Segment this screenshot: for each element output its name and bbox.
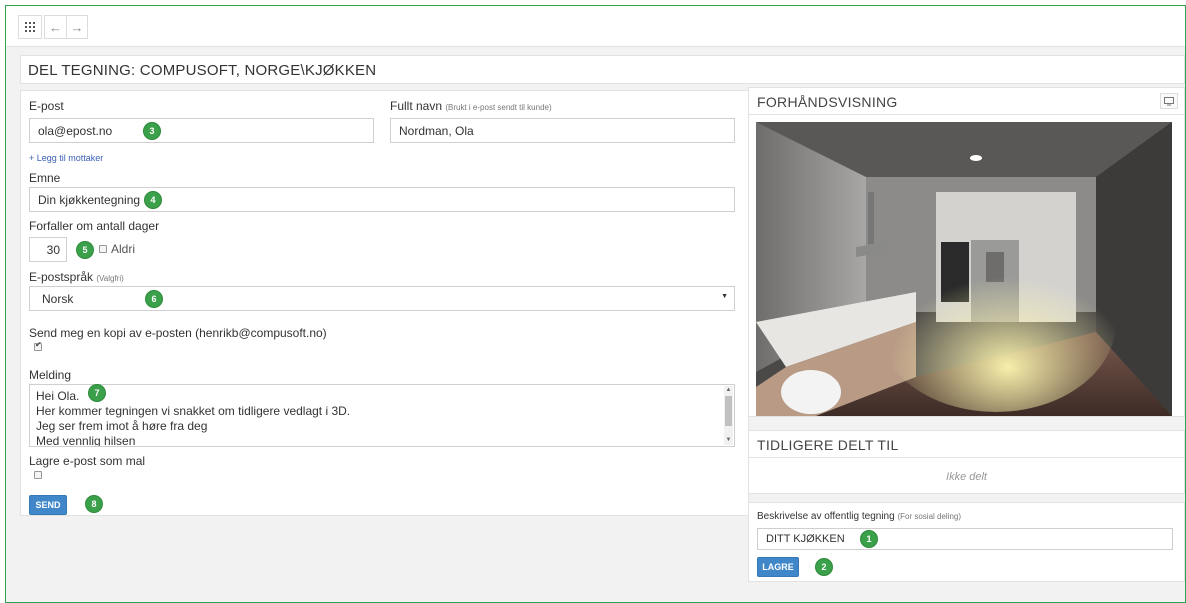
apps-grid-button[interactable]: [18, 15, 42, 39]
subject-value: Din kjøkkentegning: [38, 193, 141, 207]
message-line-3: Jeg ser frem imot å høre fra deg: [36, 419, 208, 433]
step-badge-3: 3: [143, 122, 161, 140]
fullname-label-text: Fullt navn: [390, 99, 443, 113]
step-badge-6: 6: [145, 290, 163, 308]
fullname-field[interactable]: Nordman, Ola: [390, 118, 735, 143]
step-badge-1: 1: [860, 530, 878, 548]
subject-label: Emne: [29, 171, 61, 185]
step-badge-2: 2: [815, 558, 833, 576]
copy-label: Send meg en kopi av e-posten (henrikb@co…: [29, 326, 327, 340]
preview-panel: FORHÅNDSVISNING: [748, 87, 1185, 417]
share-form-panel: E-post ola@epost.no 3 Fullt navn (Brukt …: [20, 90, 749, 516]
monitor-icon: [1164, 96, 1174, 105]
public-description-field[interactable]: DITT KJØKKEN: [757, 528, 1173, 550]
expires-days-value: 30: [46, 243, 60, 257]
email-label: E-post: [29, 99, 64, 113]
step-badge-4: 4: [144, 191, 162, 209]
copy-checkbox[interactable]: [34, 340, 42, 351]
public-description-value: DITT KJØKKEN: [766, 533, 845, 545]
save-template-checkbox[interactable]: [34, 471, 42, 479]
kitchen-preview-image: [756, 122, 1172, 416]
expires-label: Forfaller om antall dager: [29, 219, 160, 233]
shared-header: TIDLIGERE DELT TIL: [749, 431, 1184, 458]
email-field[interactable]: ola@epost.no: [29, 118, 374, 143]
fullscreen-button[interactable]: [1160, 93, 1178, 109]
message-textarea[interactable]: Hei Ola. Her kommer tegningen vi snakket…: [29, 384, 735, 447]
message-line-1: Hei Ola.: [36, 389, 80, 403]
select-caret-icon: ▼: [721, 293, 728, 300]
add-recipient-link[interactable]: + Legg til mottaker: [29, 153, 103, 163]
public-hint: (For sosial deling): [897, 512, 962, 521]
page-title: DEL TEGNING: COMPUSOFT, NORGE\KJØKKEN: [28, 62, 377, 79]
shared-panel: TIDLIGERE DELT TIL Ikke delt: [748, 430, 1185, 494]
save-template-label: Lagre e-post som mal: [29, 454, 146, 468]
scroll-down-icon[interactable]: ▼: [724, 436, 733, 445]
scroll-thumb[interactable]: [725, 396, 732, 426]
fullname-label: Fullt navn (Brukt i e-post sendt til kun…: [390, 99, 552, 113]
message-scrollbar[interactable]: ▲ ▼: [724, 386, 733, 445]
title-panel: DEL TEGNING: COMPUSOFT, NORGE\KJØKKEN: [20, 55, 1185, 84]
never-label: Aldri: [111, 242, 136, 256]
save-public-button[interactable]: LAGRE: [757, 557, 799, 577]
step-badge-7: 7: [88, 384, 106, 402]
message-line-4: Med vennlig hilsen: [36, 434, 136, 447]
send-button[interactable]: SEND: [29, 495, 67, 515]
public-label: Beskrivelse av offentlig tegning (For so…: [757, 511, 961, 522]
shared-title: TIDLIGERE DELT TIL: [757, 437, 899, 453]
public-description-panel: Beskrivelse av offentlig tegning (For so…: [748, 502, 1185, 582]
language-hint: (Valgfri): [96, 274, 124, 283]
grid-icon: [25, 22, 35, 32]
scroll-up-icon[interactable]: ▲: [724, 386, 733, 395]
never-checkbox[interactable]: [99, 245, 107, 253]
email-value: ola@epost.no: [38, 124, 113, 138]
fullname-hint: (Brukt i e-post sendt til kunde): [445, 103, 552, 112]
subject-field[interactable]: Din kjøkkentegning: [29, 187, 735, 212]
message-label: Melding: [29, 368, 72, 382]
language-label-text: E-postspråk: [29, 270, 94, 284]
top-toolbar: ← →: [6, 6, 1185, 47]
language-value: Norsk: [42, 292, 74, 306]
expires-days-field[interactable]: 30: [29, 237, 67, 262]
language-label: E-postspråk (Valgfri): [29, 270, 124, 284]
preview-header: FORHÅNDSVISNING: [749, 88, 1184, 115]
shared-empty-text: Ikke delt: [946, 471, 987, 483]
public-label-text: Beskrivelse av offentlig tegning: [757, 511, 895, 522]
preview-title: FORHÅNDSVISNING: [757, 94, 898, 110]
forward-button[interactable]: →: [66, 15, 88, 39]
app-frame: ← → DEL TEGNING: COMPUSOFT, NORGE\KJØKKE…: [5, 5, 1186, 603]
arrow-right-icon: →: [70, 19, 84, 35]
fullname-value: Nordman, Ola: [399, 124, 474, 138]
step-badge-5: 5: [76, 241, 94, 259]
arrow-left-icon: ←: [49, 19, 62, 35]
step-badge-8: 8: [85, 495, 103, 513]
message-line-2: Her kommer tegningen vi snakket om tidli…: [36, 404, 351, 418]
back-button[interactable]: ←: [44, 15, 66, 39]
language-select[interactable]: Norsk ▼: [29, 286, 735, 311]
